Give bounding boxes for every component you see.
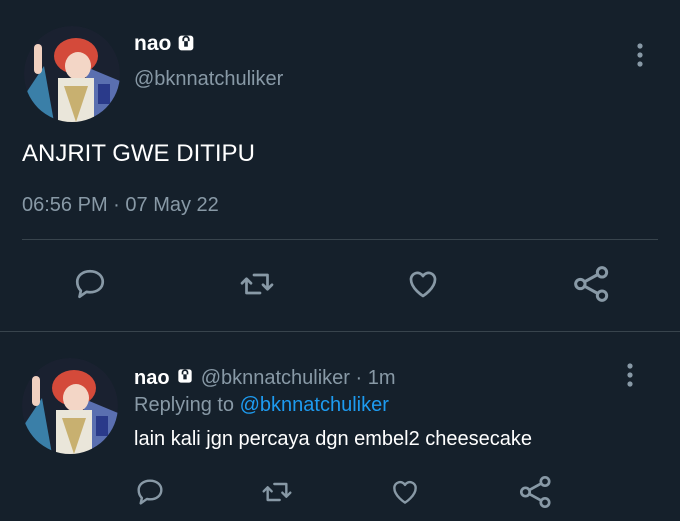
- section-divider: [0, 331, 680, 332]
- tweet-timestamp: 06:56 PM · 07 May 22: [22, 194, 219, 217]
- reply-age: 1m: [367, 367, 396, 389]
- avatar[interactable]: [24, 26, 120, 122]
- reply-handle[interactable]: @bknnatchuliker: [201, 367, 350, 389]
- reply-icon[interactable]: [134, 476, 166, 508]
- display-name[interactable]: nao: [134, 32, 171, 56]
- reply-display-name[interactable]: nao: [134, 367, 170, 389]
- tweet-date: 07 May 22: [125, 194, 219, 216]
- avatar-image: [24, 26, 120, 122]
- share-icon[interactable]: [572, 264, 612, 304]
- tweet-text: ANJRIT GWE DITIPU: [22, 140, 255, 167]
- replying-to-label: Replying to: [134, 394, 235, 416]
- avatar-image: [22, 358, 118, 454]
- heart-icon[interactable]: [388, 476, 422, 508]
- more-vertical-icon[interactable]: [630, 42, 650, 68]
- share-icon[interactable]: [518, 474, 554, 510]
- more-vertical-icon[interactable]: [620, 362, 640, 388]
- replying-to: Replying to @bknnatchuliker: [134, 394, 389, 417]
- user-handle[interactable]: @bknnatchuliker: [134, 68, 283, 91]
- reply-text: lain kali jgn percaya dgn embel2 cheesec…: [134, 428, 533, 450]
- reply-header: nao @bknnatchuliker · 1m: [134, 366, 396, 390]
- reply-avatar[interactable]: [22, 358, 118, 454]
- retweet-icon[interactable]: [238, 266, 276, 302]
- reply-icon[interactable]: [72, 266, 108, 302]
- reply-separator: ·: [355, 367, 363, 389]
- timestamp-separator: ·: [113, 194, 120, 216]
- lock-icon: [175, 32, 197, 54]
- lock-icon: [175, 366, 195, 386]
- tweet-time: 06:56 PM: [22, 194, 108, 216]
- divider: [22, 239, 658, 240]
- heart-icon[interactable]: [404, 266, 442, 302]
- retweet-icon[interactable]: [260, 476, 294, 508]
- replying-to-handle[interactable]: @bknnatchuliker: [240, 394, 389, 416]
